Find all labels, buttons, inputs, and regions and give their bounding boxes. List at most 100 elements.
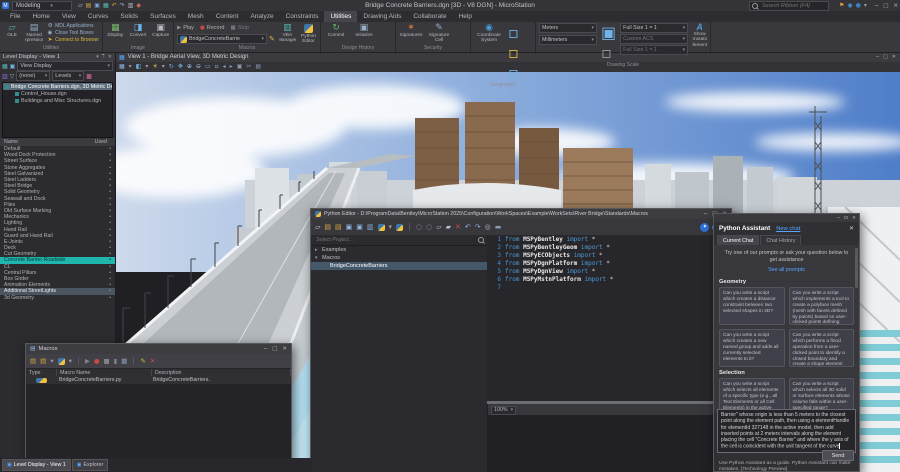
Cut Geometry[interactable]: Cut Geometry [0,251,115,257]
capture-button[interactable]: ▣ Capture [151,23,170,38]
maximize-button[interactable]: □ [272,346,277,352]
ribbon-tab[interactable]: Analyze [244,11,279,22]
minimize-button[interactable]: ─ [875,3,878,9]
minimize-button[interactable]: ─ [264,346,267,352]
levels-mode-select[interactable]: Levels▾ [52,71,84,81]
custom-acs-select[interactable]: Custom ACS▾ [620,34,688,44]
chevron-down-icon[interactable]: ▾ [96,54,99,60]
delete-icon[interactable]: ✕ [455,224,461,231]
ribbon-tab[interactable]: Solids [114,11,144,22]
redo-icon[interactable]: ↷ [475,224,481,231]
drawing-scale-select[interactable]: Full Size 1 = 1▾ [620,23,688,33]
Guard and Hand Rail[interactable]: Guard and Hand Rail [0,233,115,239]
python-macro-dropdown-arrow[interactable]: ▾ [69,358,72,365]
annotation-scale-select[interactable]: Full Size 1 = 1▾ [620,45,688,55]
project-tree-item[interactable]: ▾ Macros [311,254,487,262]
close-button[interactable]: ✕ [852,216,856,221]
save-all-icon[interactable]: ▣ [356,224,363,231]
brightness-dropdown-arrow[interactable]: ▾ [162,64,165,70]
view-close-button[interactable]: ✕ [892,54,896,60]
rotate-view-icon[interactable]: ↻ [169,64,174,70]
run-python-icon[interactable] [378,224,385,231]
open-file-icon[interactable]: ▤ [86,3,92,9]
prompt-card[interactable]: Can you write a script which creates a n… [719,329,785,367]
prompt-card[interactable]: Can you write a script which implements … [789,287,855,325]
pan-view-icon[interactable]: ✥ [178,64,183,70]
new-file-icon[interactable]: ▱ [78,3,83,9]
dock-button[interactable]: ⊡ [844,216,848,221]
geo-tool-icon[interactable]: ▫ [508,43,519,62]
tools-icon[interactable]: ◆ [136,3,141,9]
tab-current-chat[interactable]: Current Chat [717,235,759,245]
view-display-select[interactable]: View Display ▾ [17,61,113,71]
python-editor-titlebar[interactable]: Python Editor - D:\ProgramData\Bentley\M… [311,209,731,219]
maximize-button[interactable]: □ [883,3,888,9]
undo-icon[interactable]: ↶ [112,3,117,9]
connect-to-browser-button[interactable]: ➤ Connect to Browser [47,37,99,43]
level-manager-icon[interactable]: ▥ [2,73,8,80]
prompt-card[interactable]: Can you write a script which selects all… [789,378,855,412]
master-unit-select[interactable]: Meters▾ [539,23,597,33]
Default[interactable]: Default [0,146,115,152]
run-dropdown-arrow[interactable]: ▾ [389,224,393,231]
notifications-icon[interactable]: ⚑ [839,3,844,9]
copy-icon[interactable]: ▱ [436,224,441,231]
filter-select[interactable]: (none)▾ [16,71,50,81]
Box Girder[interactable]: Box Girder [0,276,115,282]
convert-button[interactable]: ◨ Convert [129,23,148,38]
display-style-icon[interactable]: ◧ [136,64,142,70]
current-macro-select[interactable]: BridgeConcreteBarrie ▾ [177,34,267,44]
project-tree-item[interactable]: BridgeConcreteBarriers [311,262,487,270]
open-script-icon[interactable]: ▤ [324,224,331,231]
Control_House.dgn[interactable]: Control_House.dgn [3,90,112,97]
workflow-select[interactable]: Modeling ▾ [12,1,72,11]
paste-icon[interactable]: ▰ [446,224,451,231]
assistant-prompt-input[interactable]: Barrier" whose origin is less than 5 met… [717,409,856,453]
Mechanics[interactable]: Mechanics [0,214,115,220]
sub-unit-select[interactable]: Millimeters▾ [539,35,597,45]
Lighting[interactable]: Lighting [0,220,115,226]
Additional StreetLights[interactable]: Additional StreetLights [0,288,115,294]
see-all-prompts-link[interactable]: See all prompts [714,267,859,273]
update-levels-icon[interactable]: ▣ [10,63,16,70]
undo-icon[interactable]: ↶ [465,224,471,231]
prompt-card[interactable]: Can you write a script which performs a … [789,329,855,367]
python-icon[interactable] [396,224,403,231]
scale-lock-icon[interactable]: ▣ [601,23,616,42]
Street Surface[interactable]: Street Surface [0,158,115,164]
Concrete Barrier Roadside[interactable]: Concrete Barrier Roadside [0,257,115,263]
project-search[interactable] [311,235,487,246]
close-button[interactable]: ✕ [893,3,898,9]
CL[interactable]: CL [0,264,115,270]
display-style-dropdown-arrow[interactable]: ▾ [145,64,148,70]
E-Joints[interactable]: E-Joints [0,239,115,245]
color-swatch-icon[interactable]: ▩ [86,73,92,80]
next-view-icon[interactable]: ▸ [230,64,233,70]
save-icon[interactable]: ▣ [94,3,100,9]
show-annotation-elements-button[interactable]: A Show Annotation Elements [692,23,707,48]
ribbon-tab[interactable]: Help [453,11,478,22]
tab-explorer[interactable]: ▣ Explorer [72,459,108,471]
signature-cell-button[interactable]: ✎ Signature Cell [427,23,451,43]
new-chat-link[interactable]: New chat [776,226,800,232]
Animation Elements[interactable]: Animation Elements [0,282,115,288]
project-tree-item[interactable]: ▸ Examples [311,246,487,254]
acs-lock-icon[interactable]: ▫ [601,43,616,62]
fit-view-icon[interactable]: ▭ [205,64,211,70]
ribbon-tab[interactable]: Mesh [182,11,210,22]
play-macro-button[interactable]: ▶Play [177,25,194,31]
new-macro-dropdown-arrow[interactable]: ▾ [50,358,53,365]
ribbon-search[interactable] [749,1,829,11]
view-attributes-icon[interactable]: ▦ [119,64,125,70]
change-level-icon[interactable]: ▦ [2,63,8,70]
new-macro-project-icon[interactable]: ▤ [40,358,46,365]
window-area-icon[interactable]: ▫ [215,64,219,70]
zoom-in-icon[interactable]: ⊕ [187,64,192,70]
geo-tool-icon[interactable]: ▫ [508,63,519,82]
account-dropdown-arrow[interactable]: ▾ [864,3,867,9]
view-maximize-button[interactable]: □ [883,54,888,60]
coordinate-system-button[interactable]: ◉ Coordinate System [474,23,504,43]
Hand Rail[interactable]: Hand Rail [0,226,115,232]
tab-level-display[interactable]: ▣ Level Display - View 1 [2,459,71,471]
Seawall and Dock[interactable]: Seawall and Dock [0,196,115,202]
